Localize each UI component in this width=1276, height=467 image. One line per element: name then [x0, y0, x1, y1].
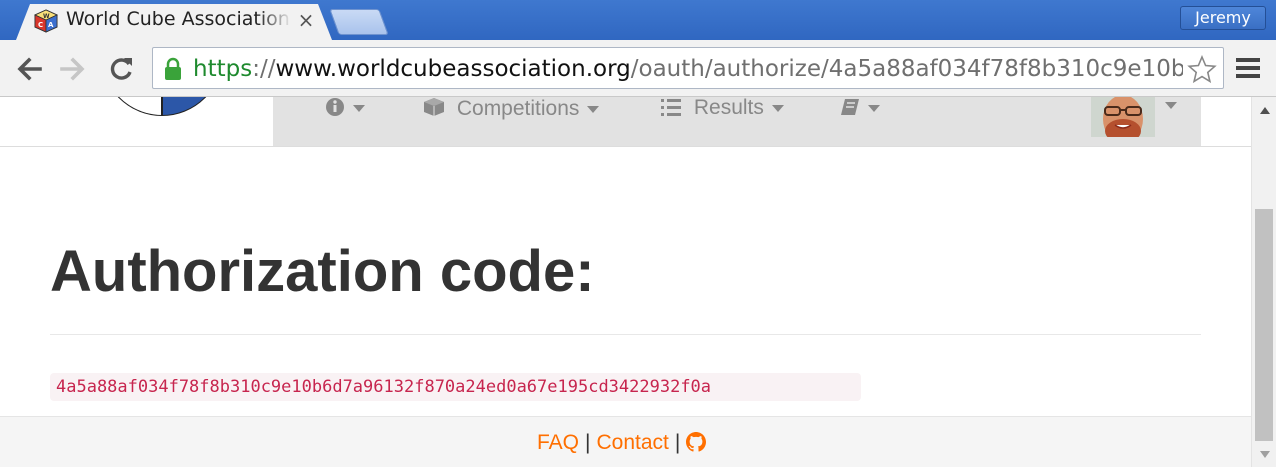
footer-separator: | [585, 431, 591, 454]
list-ol-icon [661, 99, 681, 116]
chevron-down-icon[interactable] [1165, 102, 1177, 109]
book-icon [841, 99, 859, 115]
github-link[interactable] [686, 431, 707, 454]
browser-titlebar: C A W World Cube Association × Jeremy [0, 0, 1276, 40]
user-avatar[interactable] [1091, 97, 1155, 137]
page-title: Authorization code: [50, 239, 595, 304]
chevron-down-icon [868, 104, 880, 112]
bookmark-star-icon[interactable] [1187, 55, 1217, 83]
svg-text:W: W [43, 13, 50, 20]
new-tab-button[interactable] [329, 9, 389, 35]
url-host: www.worldcubeassociation.org [275, 56, 631, 82]
cube-icon [424, 98, 444, 116]
tab-close-icon[interactable]: × [296, 8, 316, 32]
scroll-up-arrow-icon[interactable] [1260, 107, 1270, 114]
wca-logo[interactable] [100, 97, 224, 125]
browser-menu-icon[interactable] [1234, 55, 1262, 81]
navbar-menu: Competitions Results [273, 97, 1201, 146]
nav-item-competitions[interactable]: Competitions [423, 97, 600, 119]
url-scheme: https [193, 56, 253, 82]
authorization-code: 4a5a88af034f78f8b310c9e10b6d7a96132f870a… [50, 373, 861, 401]
wca-favicon-icon: C A W [34, 9, 58, 33]
scroll-thumb[interactable] [1255, 209, 1273, 441]
chevron-down-icon [771, 104, 784, 112]
nav-label-results: Results [693, 97, 764, 119]
nav-label-competitions: Competitions [456, 97, 580, 120]
page-viewport: Competitions Results Authorization code:… [0, 97, 1251, 467]
url-separator: :// [252, 56, 276, 82]
nav-item-results[interactable]: Results [660, 97, 784, 118]
footer-separator: | [674, 431, 681, 454]
reload-icon[interactable] [106, 54, 136, 84]
forward-arrow-icon [60, 57, 85, 81]
browser-toolbar: https://www.worldcubeassociation.org/oau… [0, 40, 1276, 97]
back-arrow-icon[interactable] [14, 54, 44, 84]
profile-button[interactable]: Jeremy [1180, 6, 1266, 30]
footer-links: FAQ | Contact | [537, 431, 707, 455]
page-scrollbar[interactable] [1251, 97, 1276, 467]
faq-link[interactable]: FAQ [537, 431, 579, 454]
chevron-down-icon [587, 105, 600, 113]
url-path: /oauth/authorize/4a5a88af034f78f8b310c9e… [630, 56, 1183, 82]
svg-text:A: A [48, 21, 54, 29]
github-icon [686, 432, 707, 452]
scroll-down-arrow-icon[interactable] [1260, 451, 1270, 458]
tab-title: World Cube Association [66, 8, 290, 30]
nav-item-documents[interactable] [840, 97, 880, 115]
site-footer: FAQ | Contact | [0, 416, 1251, 467]
url-text: https://www.worldcubeassociation.org/oau… [193, 55, 1183, 83]
nav-item-info[interactable] [325, 97, 365, 116]
site-navbar: Competitions Results [0, 97, 1251, 147]
contact-link[interactable]: Contact [596, 431, 668, 454]
svg-text:C: C [38, 21, 43, 29]
lock-icon [165, 57, 181, 80]
address-bar[interactable]: https://www.worldcubeassociation.org/oau… [152, 47, 1224, 89]
divider [50, 334, 1201, 335]
chevron-down-icon [353, 104, 365, 112]
info-icon [326, 98, 344, 116]
